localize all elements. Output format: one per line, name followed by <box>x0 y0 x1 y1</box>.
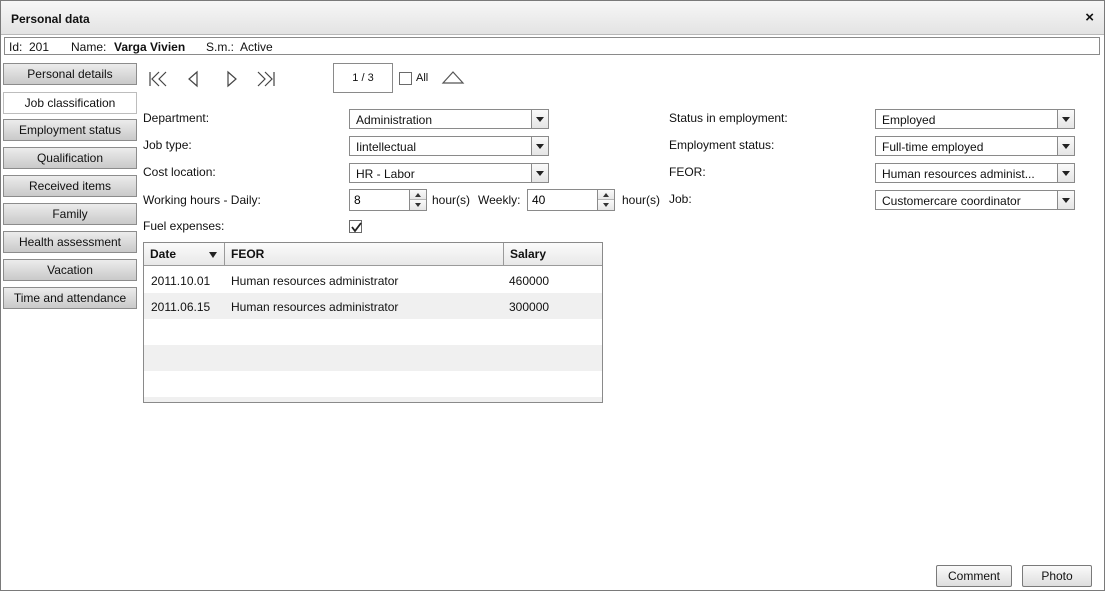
weekly-hours-stepper[interactable] <box>527 189 615 211</box>
chevron-down-icon[interactable] <box>1057 191 1074 209</box>
working-hours-label: Working hours - Daily: <box>143 193 261 207</box>
daily-hours-stepper[interactable] <box>349 189 427 211</box>
chevron-down-icon[interactable] <box>531 164 548 182</box>
tab-job-classification[interactable]: Job classification <box>3 92 137 114</box>
tab-family[interactable]: Family <box>3 203 137 225</box>
checkmark-icon <box>351 222 362 233</box>
chevron-down-icon[interactable] <box>1057 110 1074 128</box>
table-header: Date FEOR Salary <box>144 243 602 266</box>
first-page-icon[interactable] <box>147 69 169 89</box>
department-value: Administration <box>356 113 433 127</box>
department-label: Department: <box>143 111 210 125</box>
department-select[interactable]: Administration <box>349 109 549 129</box>
empty-table-row <box>144 319 602 345</box>
feor-label: FEOR: <box>669 165 706 179</box>
status-in-employment-label: Status in employment: <box>669 111 788 125</box>
date-cell: 2011.06.15 <box>151 300 211 314</box>
daily-hours-spin-buttons <box>409 190 426 210</box>
cost-location-label: Cost location: <box>143 165 216 179</box>
fuel-expenses-label: Fuel expenses: <box>143 219 225 233</box>
empty-table-row <box>144 397 602 402</box>
id-label: Id: <box>9 40 23 54</box>
page-indicator: 1 / 3 <box>333 63 393 93</box>
date-cell: 2011.10.01 <box>151 274 211 288</box>
employment-status-select[interactable]: Full-time employed <box>875 136 1075 156</box>
job-type-select[interactable]: Iintellectual <box>349 136 549 156</box>
job-type-label: Job type: <box>143 138 192 152</box>
tab-employment-status[interactable]: Employment status <box>3 119 137 141</box>
feor-cell: Human resources administrator <box>231 274 399 288</box>
salary-cell: 300000 <box>509 300 550 314</box>
column-header-date-label: Date <box>150 247 177 261</box>
increment-icon[interactable] <box>410 190 426 200</box>
job-history-table: Date FEOR Salary 2011.10.01 Human resour… <box>143 242 603 403</box>
job-value: Customercare coordinator <box>882 194 1021 208</box>
employment-status-value: Full-time employed <box>882 140 984 154</box>
cost-location-select[interactable]: HR - Labor <box>349 163 549 183</box>
job-type-value: Iintellectual <box>356 140 417 154</box>
weekly-hours-input[interactable] <box>532 193 582 207</box>
comment-button[interactable]: Comment <box>936 565 1012 587</box>
employment-status-label: Employment status: <box>669 138 775 152</box>
photo-button[interactable]: Photo <box>1022 565 1092 587</box>
collapse-up-icon[interactable] <box>441 70 465 86</box>
tab-time-and-attendance[interactable]: Time and attendance <box>3 287 137 309</box>
status-in-employment-select[interactable]: Employed <box>875 109 1075 129</box>
weekly-unit-label: hour(s) <box>622 193 661 207</box>
close-button[interactable]: × <box>1085 9 1094 27</box>
job-select[interactable]: Customercare coordinator <box>875 190 1075 210</box>
table-row[interactable]: 2011.06.15 Human resources administrator… <box>144 293 602 319</box>
feor-value: Human resources administ... <box>882 167 1035 181</box>
personal-data-window: Personal data × Id: 201 Name: Varga Vivi… <box>0 0 1105 591</box>
column-header-salary[interactable]: Salary <box>504 243 602 266</box>
increment-icon[interactable] <box>598 190 614 200</box>
next-page-icon[interactable] <box>221 69 243 89</box>
weekly-hours-spin-buttons <box>597 190 614 210</box>
table-row[interactable]: 2011.10.01 Human resources administrator… <box>144 267 602 293</box>
feor-cell: Human resources administrator <box>231 300 399 314</box>
title-bar: Personal data × <box>1 1 1104 35</box>
employee-info-bar: Id: 201 Name: Varga Vivien S.m.: Active <box>4 37 1100 55</box>
all-label: All <box>416 72 429 84</box>
all-checkbox[interactable] <box>399 72 412 85</box>
cost-location-value: HR - Labor <box>356 167 415 181</box>
name-label: Name: <box>71 40 107 54</box>
column-header-feor[interactable]: FEOR <box>225 243 504 266</box>
daily-unit-label: hour(s) <box>432 193 471 207</box>
status-label: S.m.: <box>206 40 235 54</box>
fuel-expenses-checkbox[interactable] <box>349 220 362 233</box>
chevron-down-icon[interactable] <box>1057 164 1074 182</box>
chevron-down-icon[interactable] <box>531 137 548 155</box>
daily-hours-input[interactable] <box>354 193 404 207</box>
tab-health-assessment[interactable]: Health assessment <box>3 231 137 253</box>
weekly-label: Weekly: <box>478 193 521 207</box>
sort-descending-icon <box>209 252 217 258</box>
name-value: Varga Vivien <box>114 40 186 54</box>
job-label: Job: <box>669 192 692 206</box>
id-value: 201 <box>29 40 50 54</box>
decrement-icon[interactable] <box>598 200 614 210</box>
window-title: Personal data <box>11 12 90 26</box>
empty-table-row <box>144 345 602 371</box>
chevron-down-icon[interactable] <box>531 110 548 128</box>
tab-personal-details[interactable]: Personal details <box>3 63 137 85</box>
salary-cell: 460000 <box>509 274 550 288</box>
empty-table-row <box>144 371 602 397</box>
decrement-icon[interactable] <box>410 200 426 210</box>
status-in-employment-value: Employed <box>882 113 936 127</box>
tab-vacation[interactable]: Vacation <box>3 259 137 281</box>
tab-received-items[interactable]: Received items <box>3 175 137 197</box>
feor-select[interactable]: Human resources administ... <box>875 163 1075 183</box>
chevron-down-icon[interactable] <box>1057 137 1074 155</box>
status-value: Active <box>240 40 273 54</box>
previous-page-icon[interactable] <box>183 69 205 89</box>
column-header-date[interactable]: Date <box>144 243 225 266</box>
tab-qualification[interactable]: Qualification <box>3 147 137 169</box>
last-page-icon[interactable] <box>255 69 277 89</box>
